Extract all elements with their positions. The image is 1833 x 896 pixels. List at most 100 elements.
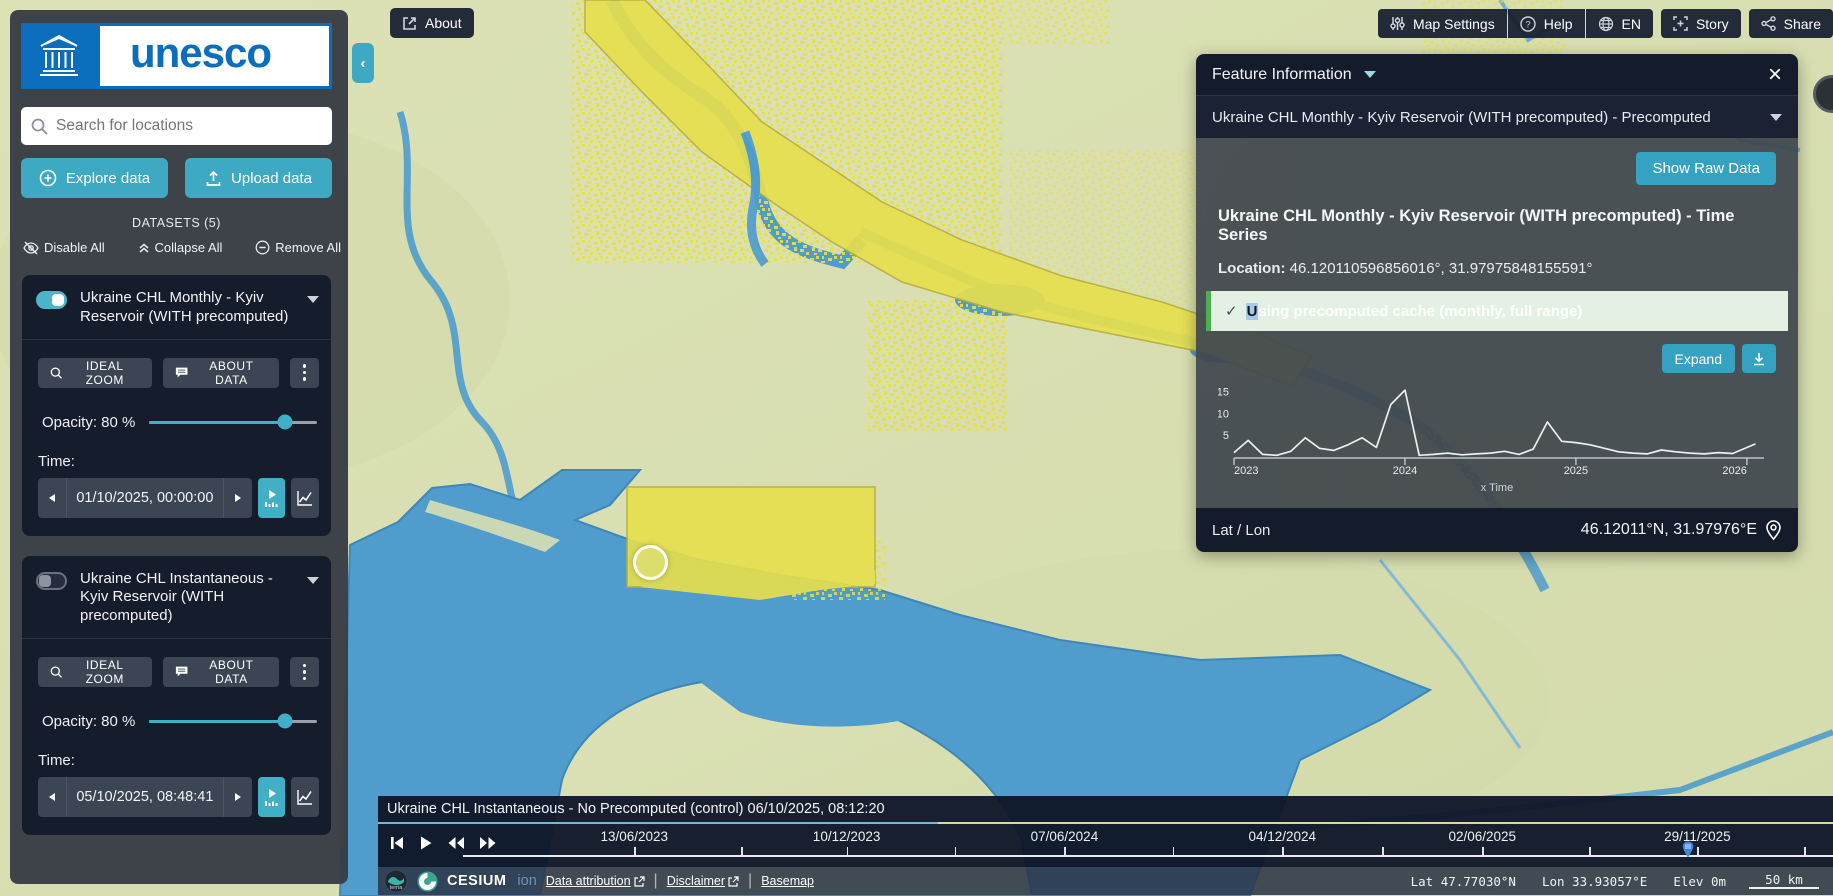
- minus-circle-icon: [255, 240, 270, 255]
- show-chart-button[interactable]: [291, 777, 319, 817]
- story-button[interactable]: Story: [1661, 9, 1741, 38]
- next-time-button[interactable]: [224, 478, 252, 518]
- timeline-play-button[interactable]: [258, 777, 286, 817]
- play-icon: [419, 835, 433, 851]
- precomputed-cache-notice: ✓ U sing precomputed cache (monthly, ful…: [1206, 291, 1788, 331]
- time-value-field[interactable]: 01/10/2025, 00:00:00: [66, 478, 224, 518]
- dataset-card-instantaneous: Ukraine CHL Instantaneous - Kyiv Reservo…: [22, 556, 331, 835]
- svg-text:2025: 2025: [1564, 465, 1588, 475]
- workbench-sidebar: unesco Explore data Upload data DATASETS…: [10, 10, 348, 884]
- language-button[interactable]: EN: [1586, 9, 1653, 38]
- feature-info-title: Feature Information: [1212, 66, 1352, 84]
- opacity-slider[interactable]: [149, 421, 317, 424]
- unesco-logo: unesco: [21, 23, 332, 89]
- timeline-tick: [1804, 847, 1806, 855]
- timeseries-chart[interactable]: 202320242025202651015: [1218, 379, 1774, 475]
- dataset-title: Ukraine CHL Monthly - Kyiv Reservoir (WI…: [80, 289, 301, 327]
- svg-text:2024: 2024: [1393, 465, 1417, 475]
- cesium-logo-icon[interactable]: [417, 871, 438, 892]
- about-button[interactable]: About: [390, 8, 474, 38]
- opacity-slider-handle[interactable]: [278, 415, 293, 430]
- location-pin-icon[interactable]: [1765, 520, 1782, 540]
- about-data-button[interactable]: ABOUT DATA: [163, 358, 279, 388]
- timeline-date-label: 04/12/2024: [1248, 829, 1316, 844]
- cursor-coordinates: Lat 47.77030°N Lon 33.93057°E Elev 0m: [1411, 874, 1726, 889]
- disclaimer-link[interactable]: Disclaimer: [667, 874, 739, 888]
- collapse-sidebar-button[interactable]: ‹: [352, 43, 374, 83]
- disable-all-button[interactable]: Disable All: [23, 240, 105, 255]
- timeline-tick: [955, 847, 957, 855]
- help-button[interactable]: ? Help: [1508, 9, 1585, 38]
- chevron-down-icon[interactable]: [307, 296, 319, 303]
- search-icon: [31, 118, 48, 135]
- timeline-tick: [634, 847, 636, 855]
- timeline-date-label: 02/06/2025: [1448, 829, 1516, 844]
- download-button[interactable]: [1742, 344, 1776, 373]
- caret-left-icon: [48, 493, 56, 503]
- chevron-down-icon[interactable]: [1364, 71, 1376, 78]
- play-bars-icon: [263, 488, 281, 508]
- close-icon[interactable]: ×: [1768, 63, 1782, 87]
- opacity-slider-handle[interactable]: [278, 714, 293, 729]
- about-data-button[interactable]: ABOUT DATA: [163, 657, 279, 687]
- previous-time-button[interactable]: [38, 478, 66, 518]
- map-nav-menu: Map Settings ? Help EN Story Share: [1378, 9, 1833, 38]
- opacity-slider[interactable]: [149, 720, 317, 723]
- external-link-icon: [728, 876, 739, 887]
- timeline-tick: [1064, 847, 1066, 855]
- time-label: Time:: [22, 730, 331, 777]
- svg-text:2026: 2026: [1722, 465, 1746, 475]
- dataset-card-monthly: Ukraine CHL Monthly - Kyiv Reservoir (WI…: [22, 275, 331, 536]
- explore-data-button[interactable]: Explore data: [21, 158, 168, 198]
- location-search[interactable]: [21, 107, 332, 145]
- search-input[interactable]: [56, 117, 322, 135]
- cursor-lat: Lat 47.77030°N: [1411, 874, 1516, 889]
- zoom-icon: [50, 665, 62, 679]
- timeline-date-label: 10/12/2023: [813, 829, 881, 844]
- ideal-zoom-button[interactable]: IDEAL ZOOM: [38, 657, 152, 687]
- previous-time-button[interactable]: [38, 777, 66, 817]
- opacity-label: Opacity: 80 %: [42, 713, 135, 730]
- map-settings-button[interactable]: Map Settings: [1378, 9, 1507, 38]
- feature-select-dropdown[interactable]: Ukraine CHL Monthly - Kyiv Reservoir (WI…: [1196, 96, 1798, 138]
- show-chart-button[interactable]: [291, 478, 319, 518]
- map-scale-bar: 50 km: [1749, 873, 1819, 889]
- timeline-track[interactable]: 13/06/202310/12/202307/06/202404/12/2024…: [463, 824, 1833, 867]
- dataset-menu-button[interactable]: [290, 358, 319, 388]
- upload-data-button[interactable]: Upload data: [185, 158, 332, 198]
- cesium-wordmark[interactable]: CESIUM: [447, 873, 506, 889]
- basemap-link[interactable]: Basemap: [761, 874, 814, 888]
- ideal-zoom-button[interactable]: IDEAL ZOOM: [38, 358, 152, 388]
- expand-chart-button[interactable]: Expand: [1662, 344, 1735, 373]
- timeline-tick: [847, 847, 849, 855]
- next-time-button[interactable]: [224, 777, 252, 817]
- timeline-tick: [1282, 847, 1284, 855]
- share-icon: [1761, 16, 1776, 31]
- skip-to-start-button[interactable]: [387, 833, 407, 853]
- data-attribution-link[interactable]: Data attribution: [546, 874, 645, 888]
- location-label: Location:: [1218, 260, 1286, 277]
- share-button[interactable]: Share: [1749, 9, 1833, 38]
- caret-right-icon: [234, 792, 242, 802]
- time-value-field[interactable]: 05/10/2025, 08:48:41: [66, 777, 224, 817]
- chat-bubble-icon: [175, 366, 188, 379]
- timeline-play-button[interactable]: [258, 478, 286, 518]
- download-icon: [1752, 352, 1766, 366]
- dataset-enabled-toggle[interactable]: [36, 291, 67, 309]
- collapse-all-button[interactable]: Collapse All: [138, 240, 223, 255]
- terria-logo[interactable]: terria: [384, 869, 408, 893]
- selected-point-marker: [633, 545, 668, 580]
- play-button[interactable]: [417, 833, 435, 853]
- dataset-enabled-toggle[interactable]: [36, 572, 67, 590]
- remove-all-button[interactable]: Remove All: [255, 240, 341, 255]
- dataset-title: Ukraine CHL Instantaneous - Kyiv Reservo…: [80, 570, 301, 626]
- dataset-menu-button[interactable]: [290, 657, 319, 687]
- chevron-down-icon[interactable]: [307, 577, 319, 584]
- show-raw-data-button[interactable]: Show Raw Data: [1636, 152, 1776, 185]
- sliders-icon: [1390, 16, 1405, 31]
- location-value: 46.120110596856016°, 31.97975848155591°: [1290, 260, 1593, 277]
- play-bars-icon: [263, 787, 281, 807]
- timeline-tick: [1173, 847, 1175, 855]
- timeline-date-label: 07/06/2024: [1031, 829, 1099, 844]
- timeline-tick: [1589, 847, 1591, 855]
